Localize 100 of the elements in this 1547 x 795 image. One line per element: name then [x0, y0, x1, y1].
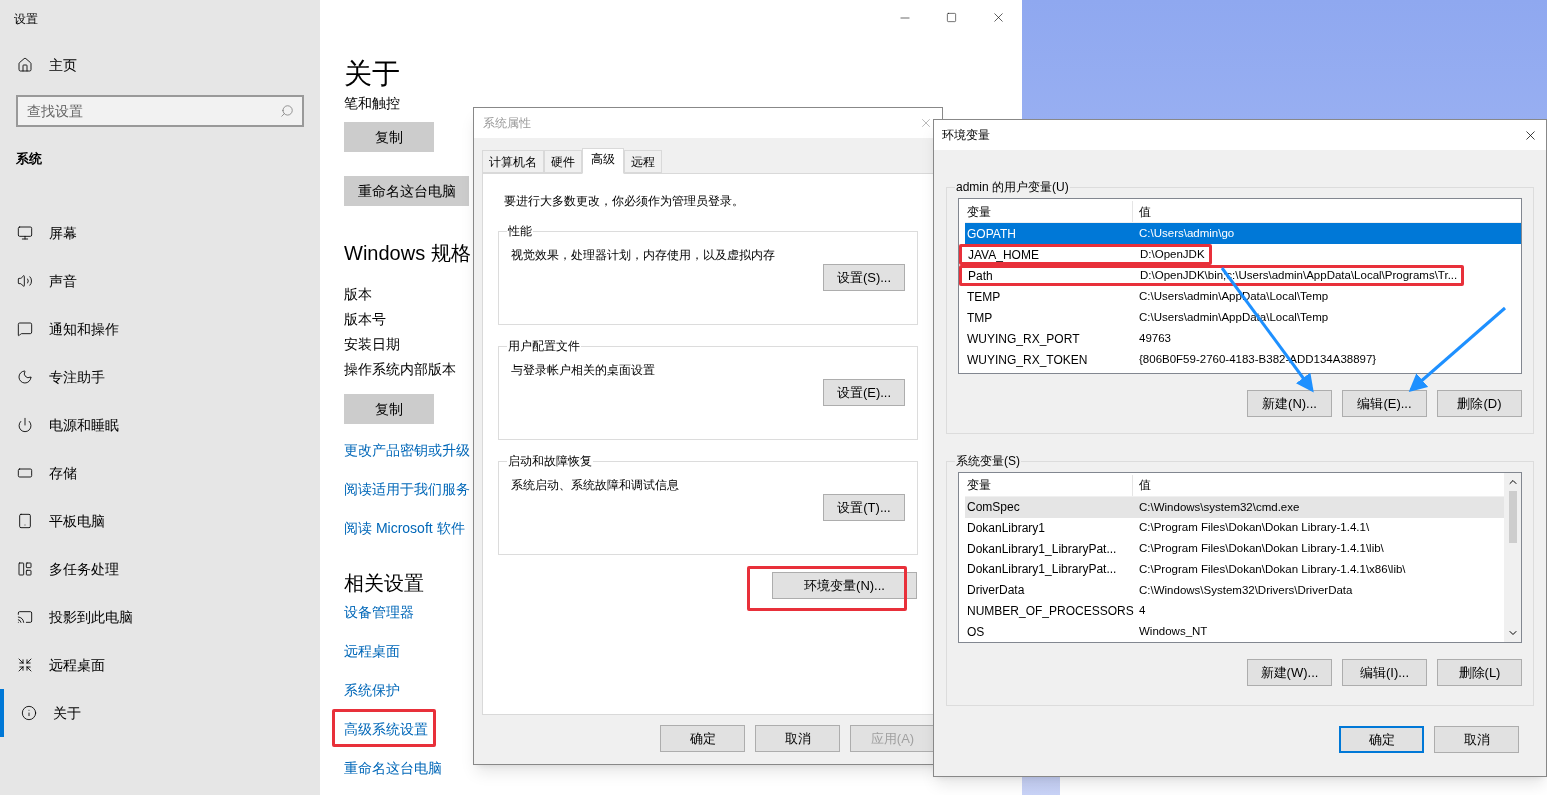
group-description: 视觉效果，处理器计划，内存使用，以及虚拟内存 — [511, 247, 775, 264]
link[interactable]: 阅读适用于我们服务 — [344, 479, 470, 499]
nav-item[interactable]: 平板电脑 — [0, 497, 320, 545]
column-header[interactable]: 值 — [1133, 476, 1151, 495]
list-row[interactable]: NUMBER_OF_PROCESSORS 4 — [965, 600, 1504, 622]
variable-name: GOPATH — [966, 225, 1017, 243]
list-row[interactable]: JAVA_HOME D:\OpenJDK — [965, 244, 1521, 265]
dialog-button[interactable]: 环境变量(N)... — [772, 572, 917, 599]
dialog-button[interactable]: 取消 — [1434, 726, 1519, 753]
link[interactable]: 系统保护 — [344, 680, 400, 700]
variable-value: C:\Windows\System32\Drivers\DriverData — [1138, 582, 1354, 598]
scroll-thumb[interactable] — [1508, 491, 1517, 543]
info-icon — [21, 705, 37, 721]
window-title: 环境变量 — [942, 127, 990, 144]
home-icon — [17, 57, 33, 73]
section-heading: Windows 规格 — [344, 241, 471, 266]
section-title: 系统 — [15, 150, 43, 168]
link[interactable]: 重命名这台电脑 — [344, 758, 442, 778]
nav-item[interactable]: 关于 — [0, 689, 320, 737]
dialog-button[interactable]: 确定 — [660, 725, 745, 752]
variable-name: DokanLibrary1_LibraryPat... — [966, 540, 1118, 558]
variable-value: C:\Program Files\Dokan\Dokan Library-1.4.1\x86\lib\ — [1138, 561, 1407, 577]
variable-value: D:\OpenJDK — [1139, 246, 1206, 262]
list-row[interactable]: DriverData C:\Windows\System32\Drivers\DriverData — [965, 579, 1504, 601]
link[interactable]: 更改产品密钥或升级 — [344, 440, 470, 460]
nav-item[interactable]: 多任务处理 — [0, 545, 320, 593]
subtitle: 笔和触控 — [344, 94, 400, 113]
window-title: 系统属性 — [483, 115, 531, 132]
search-field[interactable]: 查找设置 — [16, 95, 304, 127]
nav-item[interactable]: 通知和操作 — [0, 305, 320, 353]
nav-item[interactable]: 远程桌面 — [0, 641, 320, 689]
tab[interactable]: 高级 — [582, 148, 624, 174]
variable-value: Windows_NT — [1138, 624, 1209, 639]
variable-name: TMP — [966, 309, 994, 327]
arrows-icon — [17, 657, 33, 673]
column-header[interactable]: 变量 — [965, 201, 1133, 222]
copy-button[interactable]: 复制 — [344, 394, 434, 424]
panels-icon — [17, 561, 33, 577]
dialog-button[interactable]: 新建(W)... — [1247, 659, 1332, 686]
power-icon — [17, 417, 33, 433]
close-icon — [991, 10, 1006, 25]
link[interactable]: 阅读 Microsoft 软件 — [344, 518, 465, 538]
window-title: 设置 — [13, 11, 39, 28]
list-row[interactable]: DokanLibrary1 C:\Program Files\Dokan\Dokan Library-1.4.1\ — [965, 517, 1504, 539]
link[interactable]: 设备管理器 — [344, 602, 414, 622]
dialog-button[interactable]: 设置(E)... — [823, 379, 905, 406]
link[interactable]: 远程桌面 — [344, 641, 400, 661]
spec-label: 安装日期 — [344, 335, 400, 354]
tab[interactable]: 远程 — [624, 150, 662, 173]
dialog-button[interactable]: 删除(L) — [1437, 659, 1522, 686]
dialog-button[interactable]: 取消 — [755, 725, 840, 752]
tab[interactable]: 计算机名 — [482, 150, 544, 173]
column-header[interactable]: 值 — [1133, 202, 1151, 221]
link[interactable]: 高级系统设置 — [344, 719, 428, 739]
message-icon — [17, 321, 33, 337]
dialog-button[interactable]: 设置(S)... — [823, 264, 905, 291]
nav-item[interactable]: 主页 — [0, 40, 320, 90]
nav-item[interactable]: 声音 — [0, 257, 320, 305]
group-title: 性能 — [507, 223, 533, 240]
nav-item[interactable]: 电源和睡眠 — [0, 401, 320, 449]
list-row[interactable]: DokanLibrary1_LibraryPat... C:\Program Files\Dokan\Dokan Library-1.4.1\lib\ — [965, 538, 1504, 559]
monitor-icon — [17, 225, 33, 241]
nav-item[interactable]: 专注助手 — [0, 353, 320, 401]
dialog-button[interactable]: 新建(N)... — [1247, 390, 1332, 417]
spec-label: 版本 — [344, 285, 372, 304]
nav-item[interactable]: 屏幕 — [0, 209, 320, 257]
list-row[interactable]: OS Windows_NT — [965, 621, 1504, 642]
page-heading: 关于 — [344, 57, 400, 91]
variable-name: JAVA_HOME — [967, 246, 1040, 264]
copy-button[interactable]: 复制 — [344, 122, 434, 152]
maximize-icon — [946, 12, 957, 23]
spec-label: 版本号 — [344, 310, 386, 329]
dialog-button[interactable]: 编辑(I)... — [1342, 659, 1427, 686]
group-description: 系统启动、系统故障和调试信息 — [511, 477, 679, 494]
column-header[interactable]: 变量 — [965, 475, 1133, 496]
nav-item[interactable]: 投影到此电脑 — [0, 593, 320, 641]
dialog-button[interactable]: 设置(T)... — [823, 494, 905, 521]
variable-name: OS — [966, 623, 986, 641]
tab[interactable]: 硬件 — [544, 150, 582, 173]
dialog-button[interactable]: 确定 — [1339, 726, 1424, 753]
variable-value: 49763 — [1138, 330, 1172, 346]
scrollbar[interactable] — [1504, 473, 1521, 642]
group-title: 启动和故障恢复 — [507, 453, 593, 470]
speaker-icon — [17, 273, 33, 289]
variable-name: WUYING_RX_PORT — [966, 330, 1081, 348]
rename-button[interactable]: 重命名这台电脑 — [344, 176, 469, 206]
variable-name: WUYING_RX_TOKEN — [966, 351, 1089, 369]
list-row[interactable]: DokanLibrary1_LibraryPat... C:\Program Files\Dokan\Dokan Library-1.4.1\x86\lib\ — [965, 559, 1504, 580]
variable-value: C:\Users\admin\go — [1138, 225, 1236, 241]
variable-name: DokanLibrary1 — [966, 519, 1047, 537]
list-row[interactable]: ComSpec C:\Windows\system32\cmd.exe — [965, 496, 1504, 518]
variable-name: TEMP — [966, 288, 1002, 306]
nav-item[interactable]: 存储 — [0, 449, 320, 497]
list-row[interactable]: WUYING_RX_PORT 49763 — [965, 328, 1521, 349]
dialog-button[interactable]: 删除(D) — [1437, 390, 1522, 417]
notice-text: 要进行大多数更改，你必须作为管理员登录。 — [504, 193, 744, 210]
variable-name: DokanLibrary1_LibraryPat... — [966, 561, 1118, 579]
dialog-button[interactable]: 编辑(E)... — [1342, 390, 1427, 417]
variable-name: NUMBER_OF_PROCESSORS — [966, 602, 1133, 620]
list-row[interactable]: GOPATH C:\Users\admin\go — [965, 223, 1521, 244]
